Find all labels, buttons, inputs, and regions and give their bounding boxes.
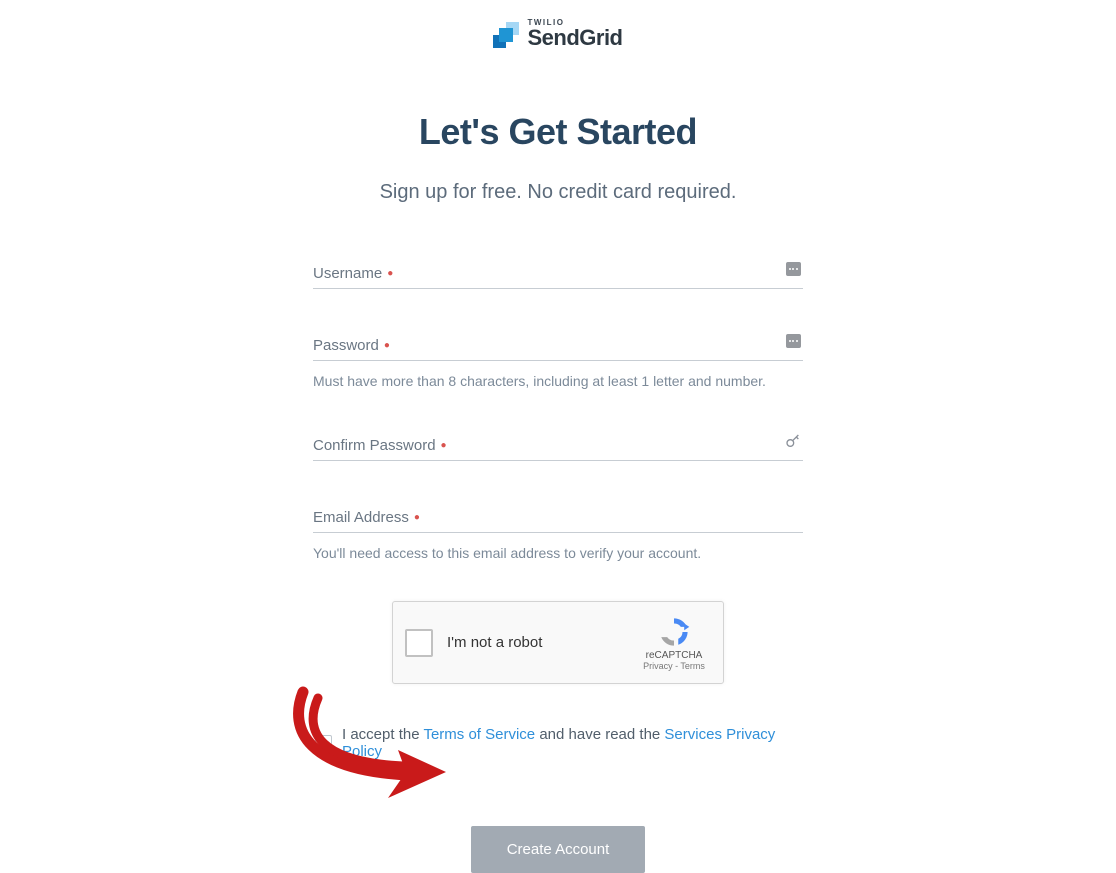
recaptcha-widget: I'm not a robot reCAPTCHA Privacy - Term… [392,601,724,684]
recaptcha-logo-icon [657,615,691,649]
brand-text: TWILIO SendGrid [527,18,622,51]
signup-form: Username ● Password ● Must have more tha [313,259,803,873]
page-title: Let's Get Started [0,111,1116,153]
required-indicator-icon: ● [387,268,393,279]
recaptcha-brand: reCAPTCHA [637,650,711,661]
email-label: Email Address [313,509,409,526]
terms-prefix: I accept the [342,726,423,743]
email-input[interactable]: Email Address ● [313,503,803,533]
signup-page: TWILIO SendGrid Let's Get Started Sign u… [0,0,1116,873]
terms-middle: and have read the [535,726,664,743]
create-account-button[interactable]: Create Account [471,826,646,873]
confirm-password-input[interactable]: Confirm Password ● [313,431,803,461]
terms-text: I accept the Terms of Service and have r… [342,726,803,760]
brand-name: SendGrid [527,25,622,51]
required-indicator-icon: ● [384,340,390,351]
terms-of-service-link[interactable]: Terms of Service [423,726,535,743]
password-manager-icon[interactable] [785,261,801,277]
page-subtitle: Sign up for free. No credit card require… [0,181,1116,204]
terms-row: I accept the Terms of Service and have r… [313,726,803,760]
recaptcha-checkbox[interactable] [405,629,433,657]
submit-row: Create Account [313,826,803,873]
email-field-group: Email Address ● You'll need access to th… [313,503,803,561]
sendgrid-mark-icon [493,22,519,48]
terms-checkbox[interactable] [315,735,332,752]
username-input[interactable]: Username ● [313,259,803,289]
password-field-group: Password ● Must have more than 8 charact… [313,331,803,389]
username-field-group: Username ● [313,259,803,289]
confirm-password-field-group: Confirm Password ● [313,431,803,461]
password-label: Password [313,337,379,354]
email-hint: You'll need access to this email address… [313,545,803,561]
confirm-password-label: Confirm Password [313,437,436,454]
password-input[interactable]: Password ● [313,331,803,361]
recaptcha-links[interactable]: Privacy - Terms [637,661,711,671]
required-indicator-icon: ● [414,512,420,523]
recaptcha-label: I'm not a robot [447,634,637,651]
username-label: Username [313,265,382,282]
key-icon[interactable] [785,433,801,449]
password-hint: Must have more than 8 characters, includ… [313,373,803,389]
recaptcha-badge: reCAPTCHA Privacy - Terms [637,615,711,671]
brand-logo: TWILIO SendGrid [0,18,1116,51]
password-manager-icon[interactable] [785,333,801,349]
required-indicator-icon: ● [441,440,447,451]
